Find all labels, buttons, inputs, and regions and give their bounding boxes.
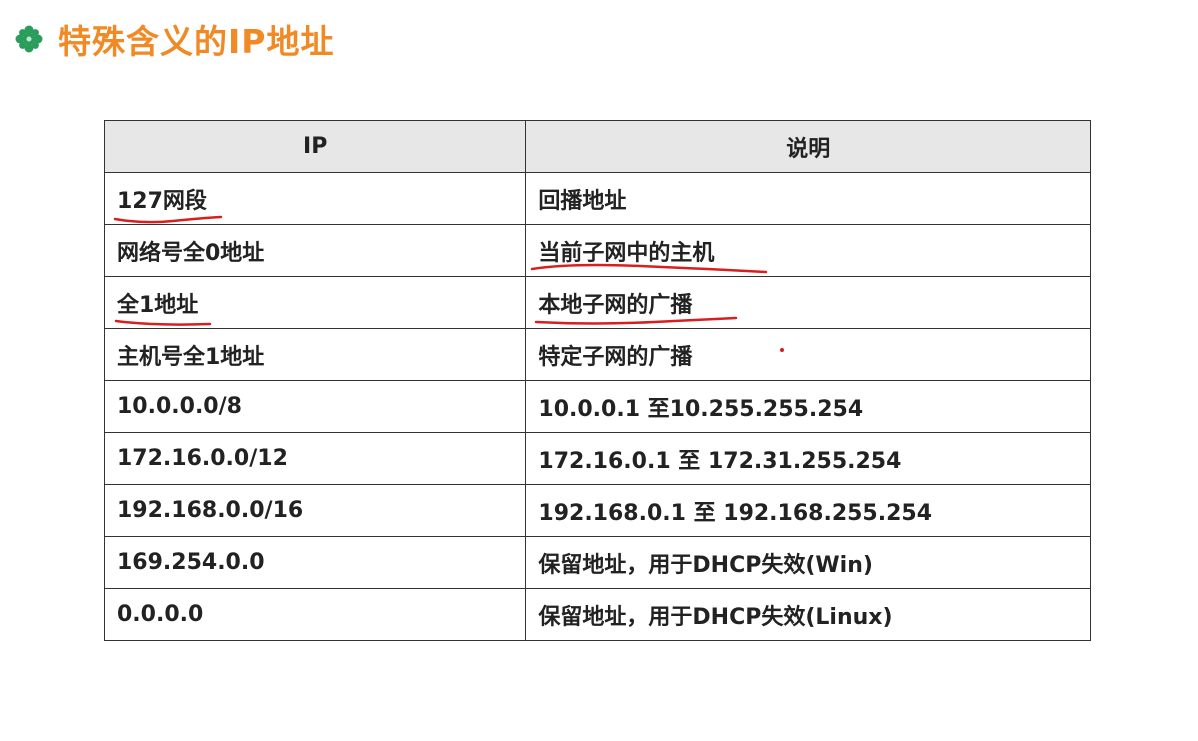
description-cell: 保留地址，用于DHCP失效(Linux) — [525, 588, 1091, 641]
special-ip-table: IP 说明 127网段 回播地址 网络号全0地址 当前子网中的主机 全1地址 本… — [103, 120, 1091, 641]
description-cell: 保留地址，用于DHCP失效(Win) — [525, 536, 1091, 589]
table-row: 网络号全0地址 当前子网中的主机 — [103, 224, 1091, 277]
description-cell: 回播地址 — [525, 172, 1091, 225]
description-cell: 当前子网中的主机 — [525, 224, 1091, 277]
table-row: 127网段 回播地址 — [103, 172, 1091, 225]
description-cell: 192.168.0.1 至 192.168.255.254 — [525, 484, 1091, 537]
slide-title: 特殊含义的IP地址 — [14, 14, 334, 64]
ip-cell: 169.254.0.0 — [103, 536, 527, 589]
ip-cell: 10.0.0.0/8 — [103, 380, 527, 433]
table-row: 172.16.0.0/12 172.16.0.1 至 172.31.255.25… — [103, 432, 1091, 485]
ip-cell: 127网段 — [103, 172, 527, 225]
table-row: 192.168.0.0/16 192.168.0.1 至 192.168.255… — [103, 484, 1091, 537]
table-row: 169.254.0.0 保留地址，用于DHCP失效(Win) — [103, 536, 1091, 589]
ip-cell: 192.168.0.0/16 — [103, 484, 527, 537]
ip-cell: 0.0.0.0 — [103, 588, 527, 641]
flower-bullet-icon — [15, 25, 43, 53]
page-title: 特殊含义的IP地址 — [58, 22, 335, 61]
description-cell: 本地子网的广播 — [525, 276, 1091, 329]
description-value: 本地子网的广播 — [538, 292, 693, 318]
table-row: 10.0.0.0/8 10.0.0.1 至10.255.255.254 — [103, 380, 1091, 433]
column-header-ip: IP — [103, 120, 527, 173]
table-row: 主机号全1地址 特定子网的广播 — [103, 328, 1091, 381]
ip-cell: 网络号全0地址 — [103, 224, 527, 277]
ip-cell: 172.16.0.0/12 — [103, 432, 527, 485]
table-row: 全1地址 本地子网的广播 — [103, 276, 1091, 329]
description-cell: 特定子网的广播 — [525, 328, 1091, 381]
ip-value: 全1地址 — [117, 292, 199, 318]
table-header-row: IP 说明 — [103, 120, 1091, 173]
ip-cell: 主机号全1地址 — [103, 328, 527, 381]
table-row: 0.0.0.0 保留地址，用于DHCP失效(Linux) — [103, 588, 1091, 641]
red-dot-annotation — [780, 348, 784, 352]
description-cell: 10.0.0.1 至10.255.255.254 — [525, 380, 1091, 433]
ip-value: 127网段 — [117, 188, 207, 214]
description-value: 当前子网中的主机 — [538, 240, 715, 266]
description-cell: 172.16.0.1 至 172.31.255.254 — [525, 432, 1091, 485]
column-header-description: 说明 — [525, 120, 1091, 173]
ip-cell: 全1地址 — [103, 276, 527, 329]
